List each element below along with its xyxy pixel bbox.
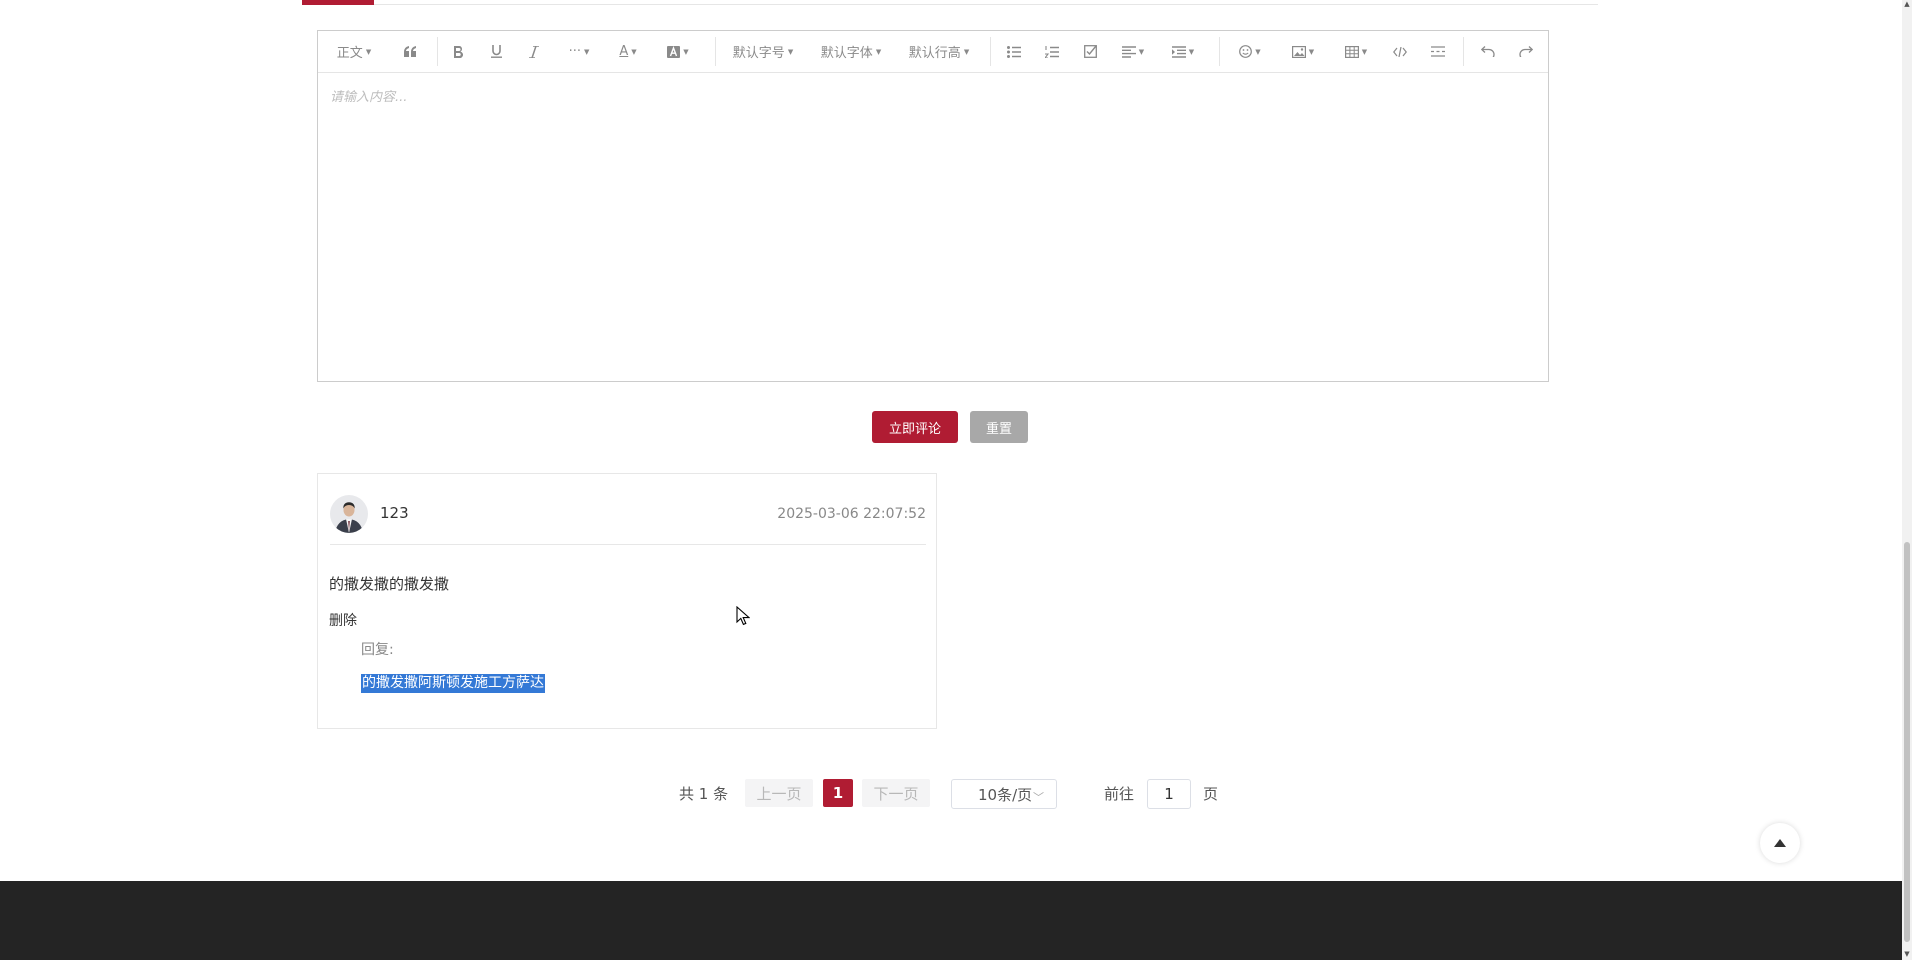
- rich-text-editor: 正文 ▼ ··· ▼ A ▼ ▼ 默认字号 ▼ 默认字体 ▼ 默认行高 ▼ ▼ …: [317, 30, 1549, 382]
- align-dropdown[interactable]: ▼: [1116, 31, 1150, 72]
- comment-timestamp: 2025-03-06 22:07:52: [777, 506, 926, 522]
- more-styles-dropdown[interactable]: ··· ▼: [562, 31, 596, 72]
- page-size-select[interactable]: 10条/页 ﹀: [951, 779, 1057, 809]
- image-dropdown[interactable]: ▼: [1286, 31, 1320, 72]
- reply-label: 回复:: [361, 642, 394, 658]
- chevron-down-icon: ﹀: [1033, 791, 1044, 804]
- blockquote-icon[interactable]: [398, 31, 422, 72]
- background-color-icon: [667, 45, 681, 58]
- active-tab-indicator: [302, 0, 374, 5]
- numbered-list-icon[interactable]: [1040, 31, 1064, 72]
- editor-placeholder: 请输入内容...: [330, 90, 408, 105]
- paragraph-format-label: 正文: [336, 46, 363, 61]
- delete-comment-link[interactable]: 删除: [329, 610, 357, 630]
- background-color-dropdown[interactable]: ▼: [661, 31, 695, 72]
- image-icon: [1291, 45, 1306, 58]
- line-height-label: 默认行高: [908, 46, 961, 61]
- font-size-dropdown[interactable]: 默认字号 ▼: [730, 31, 796, 72]
- comment-content: 的撒发撒的撒发撒: [329, 575, 450, 593]
- undo-icon[interactable]: [1476, 31, 1500, 72]
- indent-dropdown[interactable]: ▼: [1166, 31, 1200, 72]
- emoji-dropdown[interactable]: ▼: [1233, 31, 1267, 72]
- prev-page-button[interactable]: 上一页: [745, 779, 813, 807]
- line-height-dropdown[interactable]: 默认行高 ▼: [906, 31, 972, 72]
- reply-content: 的撒发撒阿斯顿发施工方萨达: [361, 674, 545, 693]
- indent-icon: [1171, 45, 1186, 58]
- align-left-icon: [1121, 45, 1136, 58]
- next-page-button[interactable]: 下一页: [862, 779, 930, 807]
- caret-up-icon: [1774, 839, 1786, 847]
- bulleted-list-icon[interactable]: [1002, 31, 1026, 72]
- mouse-pointer-icon: [736, 605, 751, 630]
- goto-page-input[interactable]: 1: [1147, 779, 1191, 809]
- page-footer: [0, 881, 1902, 960]
- comment-card: 123 2025-03-06 22:07:52 的撒发撒的撒发撒 删除 回复: …: [317, 473, 937, 729]
- font-size-label: 默认字号: [732, 46, 785, 61]
- font-family-dropdown[interactable]: 默认字体 ▼: [818, 31, 884, 72]
- goto-label: 前往: [1104, 784, 1135, 803]
- back-to-top-button[interactable]: [1760, 823, 1800, 863]
- avatar: [330, 495, 368, 533]
- emoji-icon: [1239, 45, 1253, 58]
- pagination-total: 共 1 条: [679, 784, 729, 803]
- page-size-value: 10条/页: [978, 785, 1033, 804]
- underline-icon[interactable]: [484, 31, 508, 72]
- italic-icon[interactable]: [522, 31, 546, 72]
- section-divider: [302, 4, 1598, 5]
- font-family-label: 默认字体: [820, 46, 873, 61]
- scroll-up-arrow-icon[interactable]: ▲: [1902, 0, 1912, 10]
- reset-button[interactable]: 重置: [970, 411, 1028, 443]
- font-color-icon: A: [619, 44, 629, 59]
- editor-toolbar: 正文 ▼ ··· ▼ A ▼ ▼ 默认字号 ▼ 默认字体 ▼ 默认行高 ▼ ▼ …: [318, 31, 1548, 73]
- page-number-current[interactable]: 1: [823, 779, 853, 807]
- comment-divider: [330, 544, 926, 545]
- code-icon[interactable]: [1388, 31, 1412, 72]
- page-suffix-label: 页: [1203, 784, 1219, 803]
- scrollbar-thumb[interactable]: [1904, 542, 1910, 942]
- more-styles-icon: ···: [568, 44, 581, 59]
- editor-content-area[interactable]: [318, 73, 1548, 381]
- scroll-down-arrow-icon[interactable]: ▼: [1902, 950, 1912, 960]
- paragraph-format-dropdown[interactable]: 正文 ▼: [332, 31, 376, 72]
- bold-icon[interactable]: [446, 31, 470, 72]
- table-icon: [1344, 45, 1359, 58]
- redo-icon[interactable]: [1514, 31, 1538, 72]
- submit-comment-button[interactable]: 立即评论: [872, 411, 958, 443]
- divider-line-icon[interactable]: [1426, 31, 1450, 72]
- todo-list-icon[interactable]: [1078, 31, 1102, 72]
- comment-username: 123: [380, 504, 409, 522]
- font-color-dropdown[interactable]: A ▼: [611, 31, 645, 72]
- table-dropdown[interactable]: ▼: [1339, 31, 1373, 72]
